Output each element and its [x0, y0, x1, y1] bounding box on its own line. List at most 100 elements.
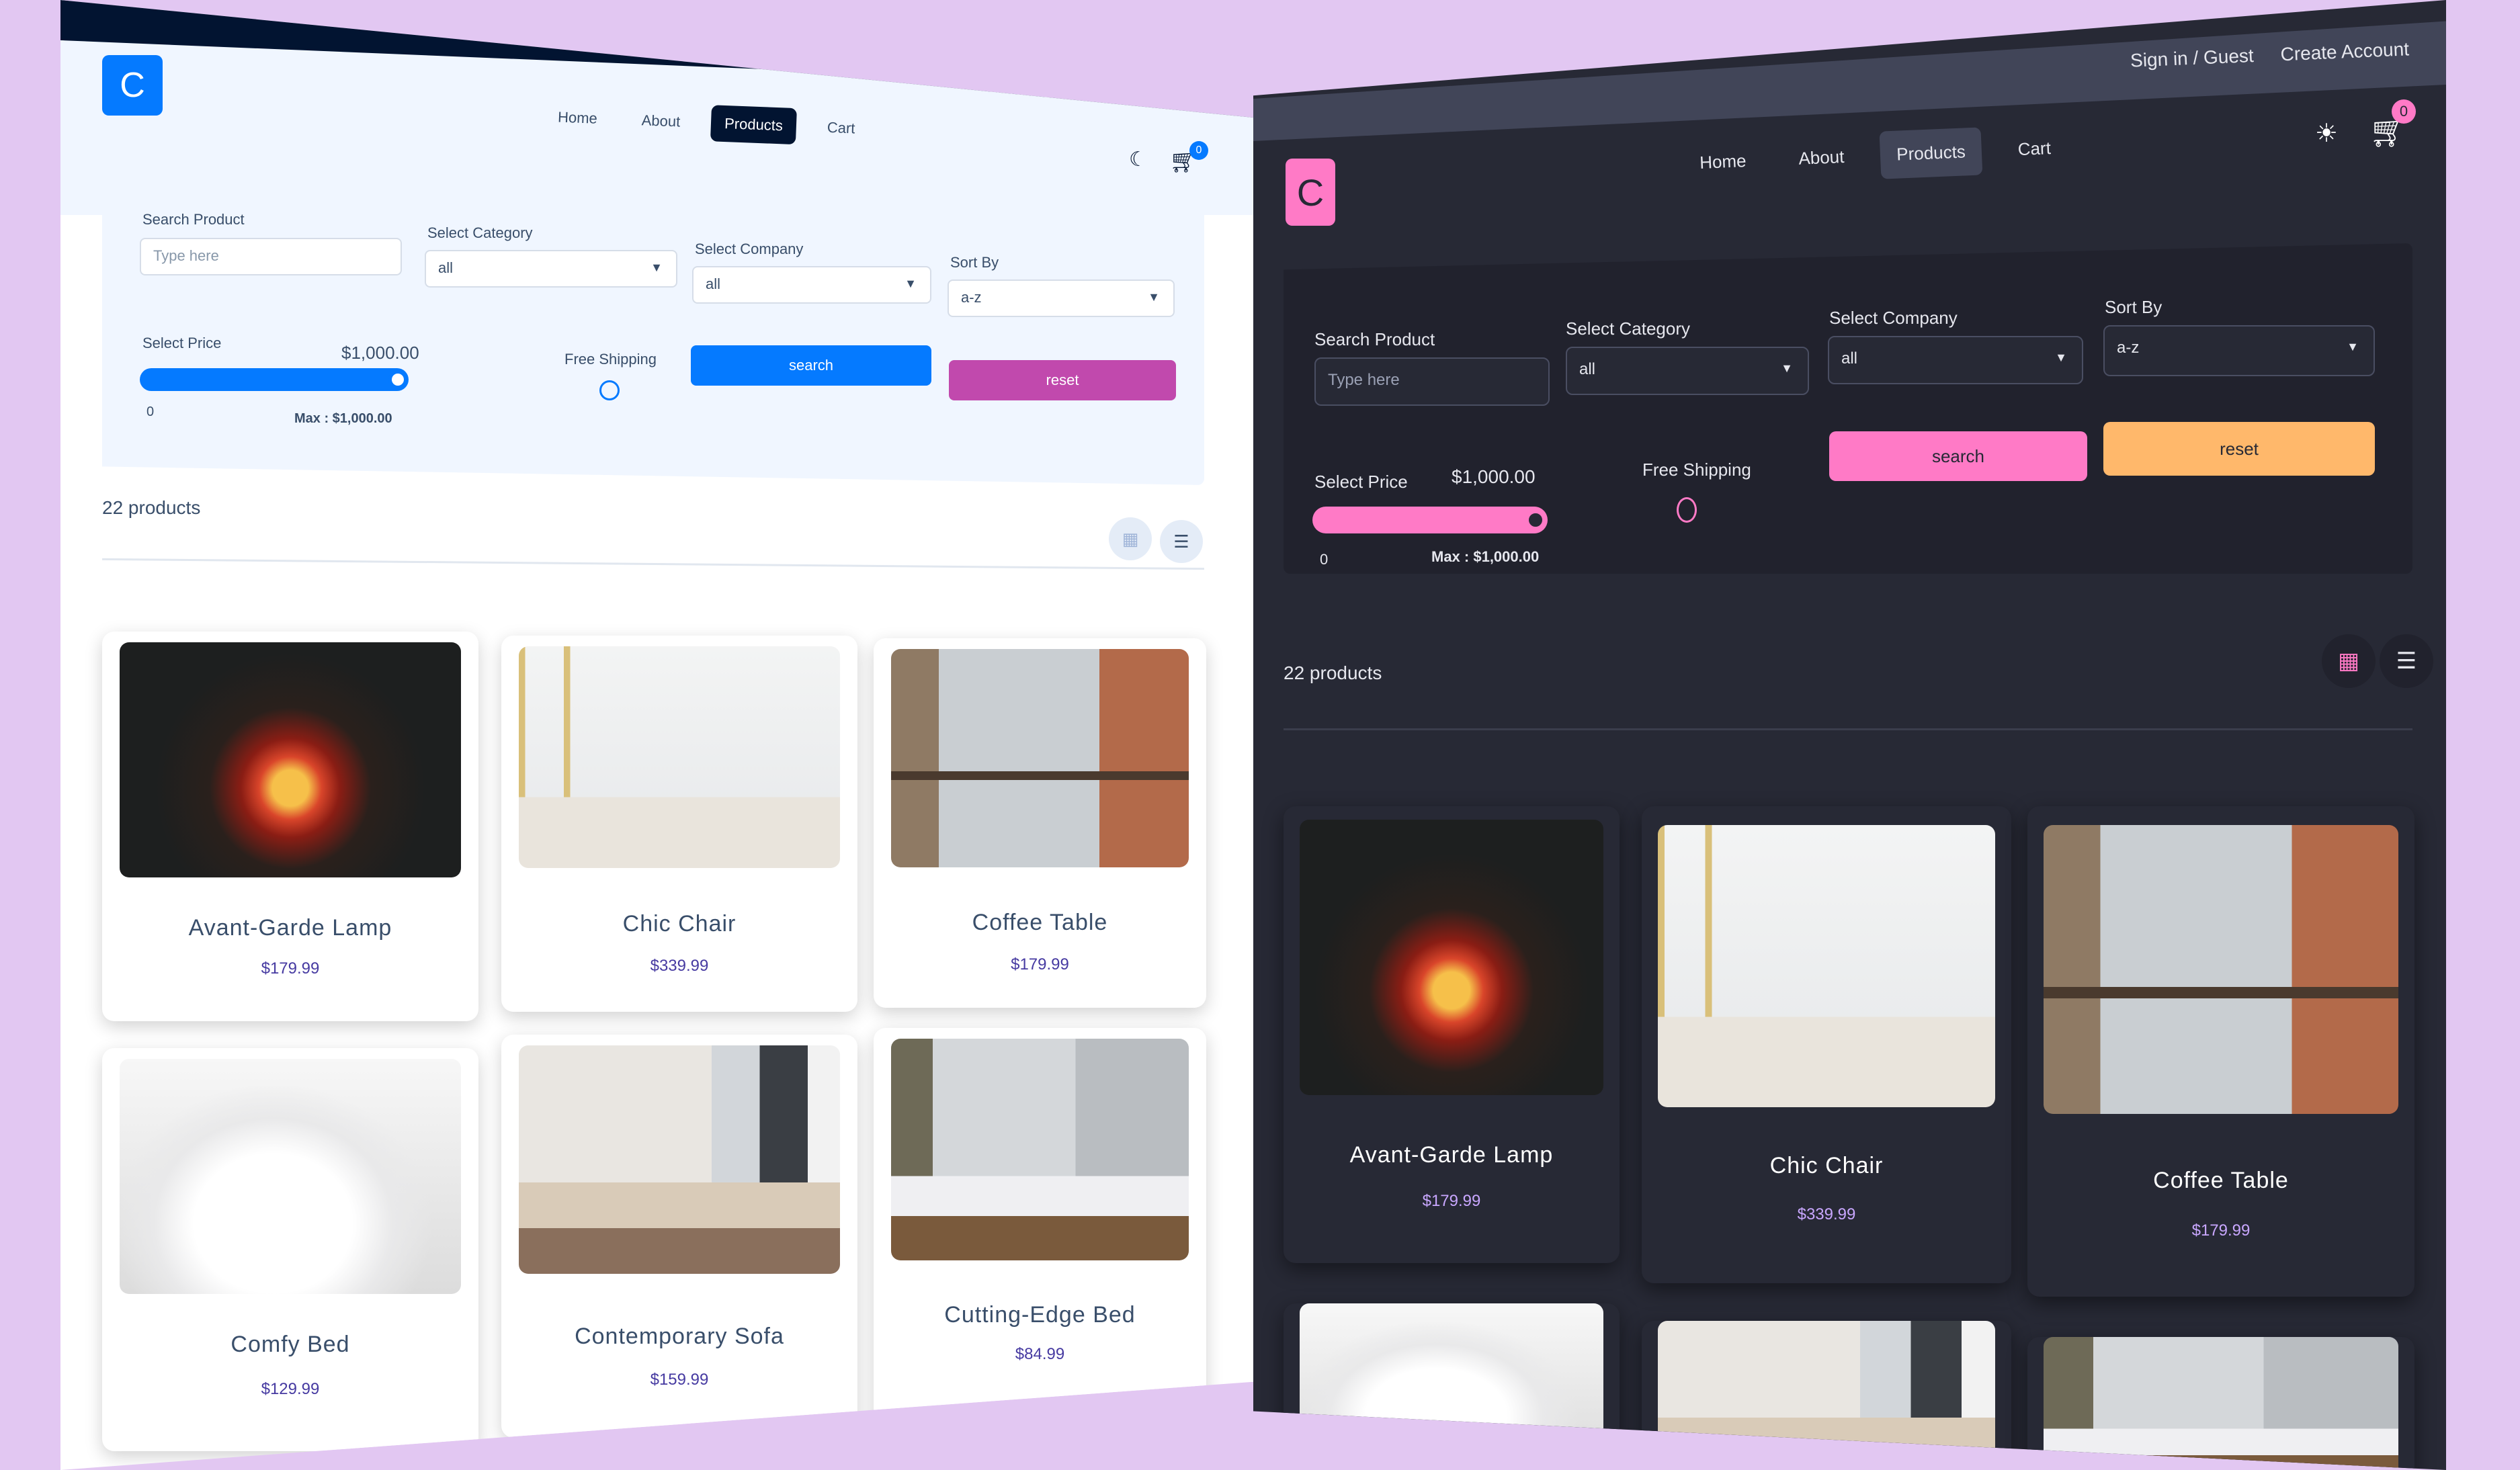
chevron-down-icon: ▼	[2055, 351, 2067, 364]
company-select[interactable]: all ▼	[692, 266, 931, 304]
sort-select[interactable]: a-z ▼	[948, 279, 1175, 317]
product-card[interactable]	[1284, 1303, 1620, 1470]
product-image-table	[891, 649, 1189, 867]
search-label: Search Product	[142, 211, 245, 228]
free-shipping-checkbox[interactable]	[1677, 497, 1697, 523]
product-price: $179.99	[1011, 955, 1069, 974]
nav-home[interactable]: Home	[1683, 136, 1763, 187]
search-input[interactable]: Type here	[1314, 357, 1550, 406]
nav-products[interactable]: Products	[710, 105, 797, 145]
divider	[1284, 728, 2412, 730]
sort-select[interactable]: a-z ▼	[2103, 325, 2375, 376]
category-label: Select Category	[427, 224, 533, 241]
product-image-chair	[519, 646, 840, 868]
price-min: 0	[146, 404, 155, 419]
product-card[interactable]: Comfy Bed $129.99	[102, 1048, 478, 1451]
company-label: Select Company	[695, 241, 804, 257]
nav-about[interactable]: About	[1781, 132, 1861, 183]
product-card[interactable]	[1642, 1321, 2011, 1470]
product-card[interactable]: Avant-Garde Lamp $179.99	[1284, 806, 1620, 1263]
product-card[interactable]: Chic Chair $339.99	[501, 636, 857, 1012]
logo[interactable]: C	[1286, 159, 1335, 226]
search-button[interactable]: search	[1829, 431, 2087, 481]
moon-icon[interactable]: ☾	[1129, 148, 1147, 171]
nav-cart[interactable]: Cart	[813, 109, 870, 147]
light-theme-panel: Sign in / Guest Create Account C Home Ab…	[60, 0, 1253, 1470]
company-value: all	[1841, 349, 1858, 368]
product-price: $179.99	[2191, 1221, 2251, 1240]
product-card[interactable]: Contemporary Sofa $159.99	[501, 1035, 857, 1438]
search-label: Search Product	[1314, 329, 1435, 349]
product-card[interactable]: Cutting-Edge Bed $84.99	[874, 1028, 1206, 1431]
cart-count-badge: 0	[1189, 141, 1208, 160]
search-input[interactable]: Type here	[140, 238, 402, 275]
price-max: Max : $1,000.00	[1431, 548, 1540, 565]
price-slider-handle[interactable]	[388, 370, 407, 389]
free-shipping-checkbox[interactable]	[599, 380, 620, 400]
product-image-bed	[120, 1059, 461, 1294]
top-header-bar	[1253, 21, 2446, 141]
product-title: Contemporary Sofa	[575, 1324, 784, 1349]
product-image-bed	[2044, 1337, 2398, 1470]
price-slider-handle[interactable]	[1525, 509, 1546, 531]
list-icon[interactable]: ☰	[2380, 634, 2433, 688]
category-value: all	[438, 259, 454, 276]
product-title: Coffee Table	[972, 910, 1108, 935]
product-title: Coffee Table	[2153, 1168, 2289, 1193]
chevron-down-icon: ▼	[2347, 340, 2359, 353]
product-price: $179.99	[1422, 1192, 1481, 1210]
price-max: Max : $1,000.00	[294, 411, 392, 426]
reset-button[interactable]: reset	[2103, 422, 2375, 476]
product-title: Avant-Garde Lamp	[1349, 1142, 1554, 1168]
list-icon[interactable]: ☰	[1160, 520, 1203, 563]
product-card[interactable]: Coffee Table $179.99	[874, 638, 1206, 1008]
product-image-sofa	[519, 1045, 840, 1274]
price-slider[interactable]	[1312, 507, 1548, 533]
product-image-chair	[1658, 825, 1995, 1107]
company-value: all	[706, 275, 721, 292]
sort-value: a-z	[2117, 339, 2140, 357]
product-card[interactable]: Chic Chair $339.99	[1642, 806, 2011, 1283]
price-value: $1,000.00	[1452, 466, 1536, 487]
product-title: Avant-Garde Lamp	[188, 915, 392, 941]
product-card[interactable]: Coffee Table $179.99	[2027, 806, 2414, 1297]
main-nav: Home About Products Cart	[1683, 124, 2068, 187]
filters-form: Search Product Type here Select Category…	[102, 176, 1204, 485]
sort-label: Sort By	[950, 254, 999, 271]
nav-cart[interactable]: Cart	[2001, 124, 2068, 174]
product-title: Chic Chair	[622, 911, 737, 937]
product-price: $159.99	[650, 1371, 709, 1389]
category-value: all	[1579, 360, 1596, 378]
product-price: $179.99	[261, 959, 320, 978]
category-select[interactable]: all ▼	[1566, 347, 1809, 395]
grid-icon[interactable]: ▦	[1109, 517, 1152, 560]
product-image-lamp	[120, 642, 461, 877]
chevron-down-icon: ▼	[1148, 290, 1160, 304]
divider	[102, 558, 1204, 570]
free-shipping-label: Free Shipping	[564, 351, 657, 368]
product-price: $129.99	[261, 1380, 320, 1398]
product-title: Comfy Bed	[230, 1332, 350, 1357]
nav-products[interactable]: Products	[1879, 127, 1983, 179]
company-select[interactable]: all ▼	[1828, 336, 2083, 384]
sort-label: Sort By	[2105, 297, 2162, 317]
product-image-bed	[1300, 1303, 1603, 1465]
free-shipping-label: Free Shipping	[1642, 460, 1751, 480]
logo[interactable]: C	[102, 55, 163, 116]
price-value: $1,000.00	[341, 343, 419, 363]
product-image-bed	[891, 1039, 1189, 1260]
cart-count-badge: 0	[2392, 99, 2416, 124]
product-card[interactable]: Avant-Garde Lamp $179.99	[102, 632, 478, 1021]
sort-value: a-z	[961, 289, 982, 306]
nav-about[interactable]: About	[628, 102, 695, 141]
sun-icon[interactable]: ☀	[2315, 118, 2338, 148]
price-slider[interactable]	[140, 368, 409, 391]
dark-theme-panel: Sign in / Guest Create Account C Home Ab…	[1253, 0, 2446, 1470]
nav-home[interactable]: Home	[544, 99, 612, 138]
search-button[interactable]: search	[691, 345, 931, 386]
grid-icon[interactable]: ▦	[2322, 634, 2376, 688]
category-select[interactable]: all ▼	[425, 250, 677, 288]
product-card[interactable]	[2027, 1337, 2414, 1470]
products-count: 22 products	[102, 497, 201, 518]
reset-button[interactable]: reset	[949, 360, 1176, 400]
